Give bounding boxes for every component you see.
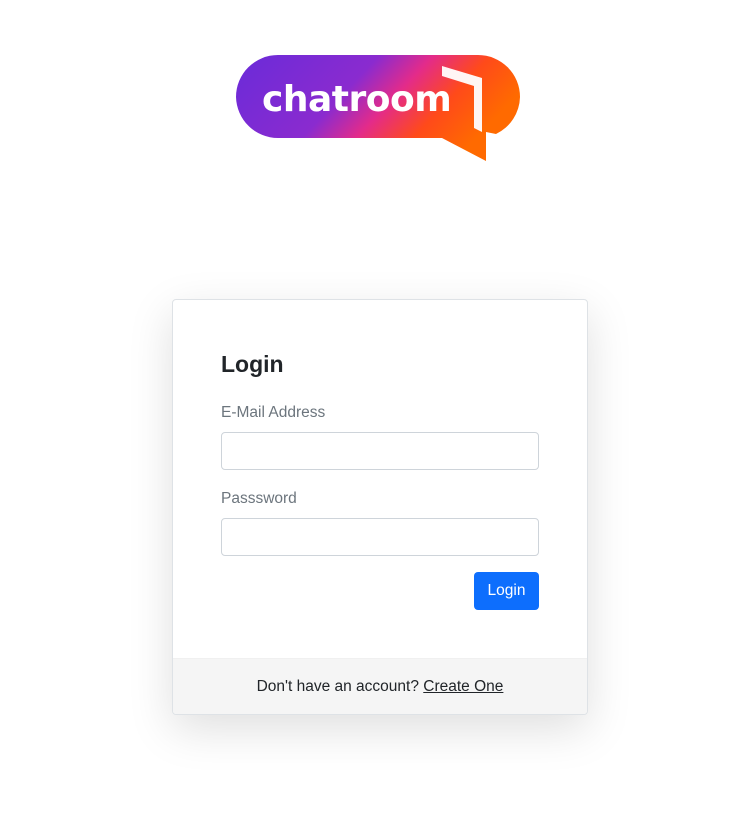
card-footer: Don't have an account? Create One xyxy=(173,658,587,714)
email-label: E-Mail Address xyxy=(221,404,326,421)
password-label: Passsword xyxy=(221,490,297,507)
login-title: Login xyxy=(221,351,284,377)
email-field[interactable] xyxy=(221,432,539,470)
chatroom-logo: chatroom xyxy=(236,54,524,164)
signup-prompt: Don't have an account? xyxy=(256,678,424,695)
login-button[interactable]: Login xyxy=(474,572,539,610)
create-account-link[interactable]: Create One xyxy=(423,678,503,695)
password-field[interactable] xyxy=(221,518,539,556)
login-card: Login E-Mail Address Passsword Login Don… xyxy=(172,299,588,715)
logo-wordmark: chatroom xyxy=(262,79,452,120)
